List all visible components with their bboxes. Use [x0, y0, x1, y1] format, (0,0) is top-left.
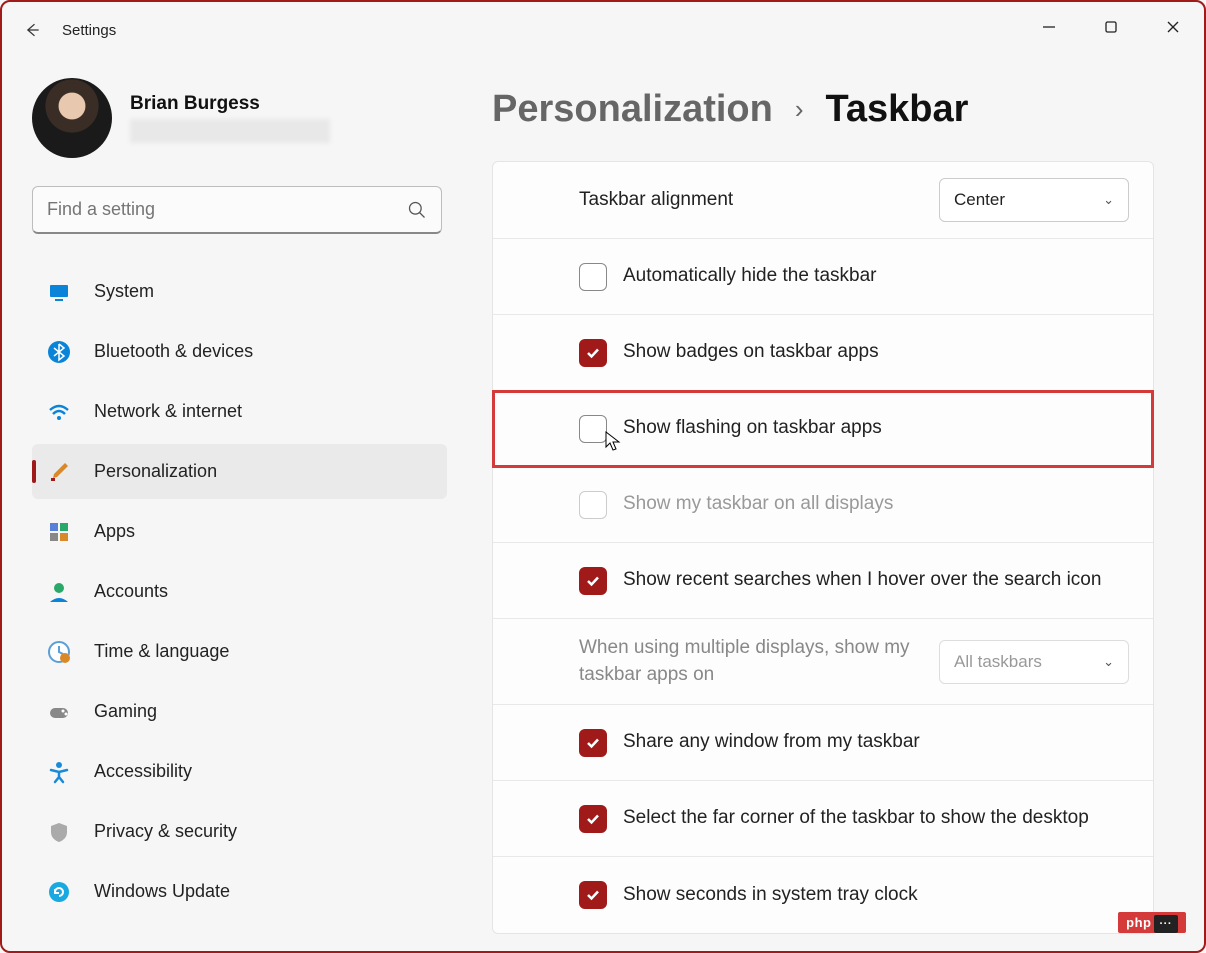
- sidebar-item-gaming[interactable]: Gaming: [32, 684, 447, 739]
- minimize-button[interactable]: [1018, 2, 1080, 52]
- person-icon: [46, 579, 72, 605]
- flashing-checkbox[interactable]: [579, 415, 607, 443]
- maximize-button[interactable]: [1080, 2, 1142, 52]
- seconds-checkbox[interactable]: [579, 881, 607, 909]
- row-label: When using multiple displays, show my ta…: [579, 635, 939, 688]
- check-icon: [585, 811, 601, 827]
- dropdown-value: Center: [954, 190, 1005, 210]
- avatar: [32, 78, 112, 158]
- row-flashing[interactable]: Show flashing on taskbar apps: [493, 391, 1153, 467]
- row-far-corner[interactable]: Select the far corner of the taskbar to …: [493, 781, 1153, 857]
- row-label: Automatically hide the taskbar: [623, 263, 1129, 290]
- row-label: Show seconds in system tray clock: [623, 882, 1129, 909]
- row-label: Show flashing on taskbar apps: [623, 415, 1129, 442]
- sidebar-item-label: Gaming: [94, 701, 157, 722]
- user-email-redacted: [130, 119, 330, 143]
- sidebar-item-label: System: [94, 281, 154, 302]
- close-icon: [1166, 20, 1180, 34]
- chevron-down-icon: ⌄: [1103, 192, 1114, 208]
- apps-icon: [46, 519, 72, 545]
- row-label: Show my taskbar on all displays: [623, 491, 1129, 518]
- far-corner-checkbox[interactable]: [579, 805, 607, 833]
- sidebar-item-update[interactable]: Windows Update: [32, 864, 447, 919]
- badges-checkbox[interactable]: [579, 339, 607, 367]
- sidebar-item-apps[interactable]: Apps: [32, 504, 447, 559]
- accessibility-icon: [46, 759, 72, 785]
- recent-search-checkbox[interactable]: [579, 567, 607, 595]
- sidebar-item-label: Bluetooth & devices: [94, 341, 253, 362]
- check-icon: [585, 345, 601, 361]
- sidebar-item-label: Apps: [94, 521, 135, 542]
- maximize-icon: [1104, 20, 1118, 34]
- autohide-checkbox[interactable]: [579, 263, 607, 291]
- sidebar-item-system[interactable]: System: [32, 264, 447, 319]
- arrow-left-icon: [22, 20, 42, 40]
- monitor-icon: [46, 279, 72, 305]
- back-button[interactable]: [12, 10, 52, 50]
- alignment-dropdown[interactable]: Center ⌄: [939, 178, 1129, 222]
- check-icon: [585, 735, 601, 751]
- row-multi-display: When using multiple displays, show my ta…: [493, 619, 1153, 705]
- user-block[interactable]: Brian Burgess: [32, 78, 452, 158]
- breadcrumb: Personalization › Taskbar: [492, 88, 1154, 131]
- sidebar-item-label: Accessibility: [94, 761, 192, 782]
- check-icon: [585, 573, 601, 589]
- close-button[interactable]: [1142, 2, 1204, 52]
- sidebar-item-accounts[interactable]: Accounts: [32, 564, 447, 619]
- sidebar-item-label: Time & language: [94, 641, 229, 662]
- row-label: Share any window from my taskbar: [623, 729, 1129, 756]
- row-all-displays: Show my taskbar on all displays: [493, 467, 1153, 543]
- sidebar-item-network[interactable]: Network & internet: [32, 384, 447, 439]
- row-seconds[interactable]: Show seconds in system tray clock: [493, 857, 1153, 933]
- all-displays-checkbox: [579, 491, 607, 519]
- row-label: Show badges on taskbar apps: [623, 339, 1129, 366]
- sidebar-item-accessibility[interactable]: Accessibility: [32, 744, 447, 799]
- wifi-icon: [46, 399, 72, 425]
- sidebar: Brian Burgess System Bluetooth & devices…: [2, 58, 452, 951]
- row-badges[interactable]: Show badges on taskbar apps: [493, 315, 1153, 391]
- check-icon: [585, 887, 601, 903]
- breadcrumb-parent[interactable]: Personalization: [492, 88, 773, 131]
- sidebar-item-label: Accounts: [94, 581, 168, 602]
- row-share-any[interactable]: Share any window from my taskbar: [493, 705, 1153, 781]
- gamepad-icon: [46, 699, 72, 725]
- search-input[interactable]: [47, 199, 407, 220]
- brush-icon: [46, 459, 72, 485]
- row-label: Taskbar alignment: [579, 187, 939, 214]
- search-icon: [407, 200, 427, 220]
- share-any-checkbox[interactable]: [579, 729, 607, 757]
- settings-panel: Taskbar alignment Center ⌄ Automatically…: [492, 161, 1154, 934]
- sidebar-item-label: Personalization: [94, 461, 217, 482]
- dropdown-value: All taskbars: [954, 652, 1042, 672]
- sidebar-item-label: Privacy & security: [94, 821, 237, 842]
- multi-display-dropdown: All taskbars ⌄: [939, 640, 1129, 684]
- sidebar-item-bluetooth[interactable]: Bluetooth & devices: [32, 324, 447, 379]
- shield-icon: [46, 819, 72, 845]
- chevron-right-icon: ›: [795, 94, 804, 125]
- sidebar-item-time-language[interactable]: Time & language: [32, 624, 447, 679]
- window-title: Settings: [62, 22, 116, 39]
- sidebar-item-privacy[interactable]: Privacy & security: [32, 804, 447, 859]
- breadcrumb-current: Taskbar: [826, 88, 969, 131]
- row-label: Select the far corner of the taskbar to …: [623, 805, 1129, 832]
- main-content: Personalization › Taskbar Taskbar alignm…: [452, 58, 1204, 951]
- sidebar-item-label: Network & internet: [94, 401, 242, 422]
- row-label: Show recent searches when I hover over t…: [623, 567, 1129, 594]
- search-box[interactable]: [32, 186, 442, 234]
- watermark-badge: php···: [1118, 912, 1186, 933]
- sidebar-item-label: Windows Update: [94, 881, 230, 902]
- sidebar-item-personalization[interactable]: Personalization: [32, 444, 447, 499]
- user-name: Brian Burgess: [130, 93, 330, 115]
- clock-globe-icon: [46, 639, 72, 665]
- minimize-icon: [1042, 20, 1056, 34]
- update-icon: [46, 879, 72, 905]
- chevron-down-icon: ⌄: [1103, 654, 1114, 670]
- row-autohide[interactable]: Automatically hide the taskbar: [493, 239, 1153, 315]
- row-taskbar-alignment: Taskbar alignment Center ⌄: [493, 162, 1153, 239]
- bluetooth-icon: [46, 339, 72, 365]
- window-controls: [1018, 2, 1204, 52]
- nav-list: System Bluetooth & devices Network & int…: [32, 264, 452, 951]
- row-recent-search[interactable]: Show recent searches when I hover over t…: [493, 543, 1153, 619]
